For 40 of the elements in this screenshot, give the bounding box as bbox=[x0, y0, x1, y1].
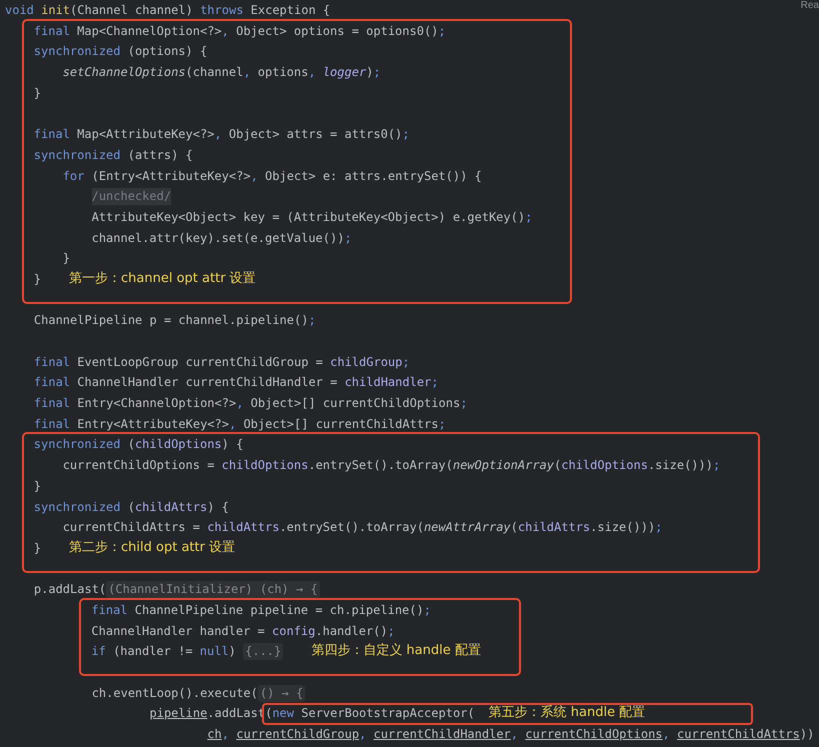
code-text: channel.attr(key).set(e.getValue()); bbox=[92, 230, 352, 247]
code-text: AttributeKey<Object> key = (AttributeKey<Object>) e.getKey(); bbox=[92, 208, 532, 226]
annotation-note: 第四步：自定义 handle 配置 bbox=[311, 642, 481, 660]
code-text: } bbox=[34, 84, 42, 102]
code-comment: /unchecked/ bbox=[92, 188, 172, 206]
code-text: for (Entry<AttributeKey<?>, Object> e: attrs.entrySet()) { bbox=[62, 168, 482, 184]
code-text: ch.eventLoop().execute( bbox=[92, 684, 258, 702]
code-text: } bbox=[62, 250, 70, 268]
code-text: final EventLoopGroup currentChildGroup = childGroup; bbox=[34, 354, 410, 371]
code-text: final Entry<ChannelOption<?>, Object>[] currentChildOptions; bbox=[34, 395, 468, 412]
code-text: } bbox=[34, 478, 42, 495]
code-text: (new ServerBootstrapAcceptor( bbox=[265, 705, 475, 722]
code-text: } bbox=[34, 540, 42, 557]
code-text: currentChildAttrs = childAttrs.entrySet().toArray(newAttrArray(childAttrs.size())); bbox=[62, 519, 662, 536]
code-text: pipeline.addLast bbox=[150, 705, 266, 722]
code-text: setChannelOptions(channel, options, logger); bbox=[62, 64, 381, 82]
code-text: currentChildOptions = childOptions.entrySet().toArray(newOptionArray(childOptions.size())); bbox=[62, 457, 720, 474]
code-text: synchronized (childAttrs) { bbox=[34, 498, 229, 516]
folded-code[interactable]: {...} bbox=[243, 643, 284, 660]
code-text: if (handler != null) bbox=[91, 643, 237, 660]
reader-mode-label[interactable]: Rea bbox=[800, 0, 819, 11]
code-text: final ChannelPipeline pipeline = ch.pipeline(); bbox=[91, 602, 431, 619]
code-text: synchronized (attrs) { bbox=[34, 146, 193, 164]
code-text: p.addLast( bbox=[34, 581, 106, 598]
code-text: final ChannelHandler currentChildHandler = childHandler; bbox=[34, 374, 439, 392]
code-text: ChannelHandler handler = config.handler(); bbox=[91, 622, 395, 640]
annotation-note: 第二步：child opt attr 设置 bbox=[69, 538, 236, 557]
code-text: final Entry<AttributeKey<?>, Object>[] currentChildAttrs; bbox=[34, 416, 446, 433]
code-text: synchronized (childOptions) { bbox=[34, 436, 244, 454]
code-text: } bbox=[34, 270, 42, 288]
code-text: ch, currentChildGroup, currentChildHandler, currentChildOptions, currentChildAttrs)) bbox=[207, 726, 814, 744]
code-text: final Map<AttributeKey<?>, Object> attrs = attrs0(); bbox=[34, 126, 410, 144]
code-text: synchronized (options) { bbox=[34, 43, 208, 60]
inlay-hint: () → { bbox=[258, 684, 306, 702]
annotation-note: 第一步：channel opt attr 设置 bbox=[69, 270, 256, 288]
annotation-note: 第五步：系统 handle 配置 bbox=[488, 704, 646, 722]
code-text: ChannelPipeline p = channel.pipeline(); bbox=[34, 312, 316, 330]
inlay-hint: (ChannelInitializer) (ch) → { bbox=[106, 581, 320, 598]
code-text: final Map<ChannelOption<?>, Object> options = options0(); bbox=[34, 22, 446, 40]
code-text: void init(Channel channel) throws Exception { bbox=[5, 2, 330, 19]
